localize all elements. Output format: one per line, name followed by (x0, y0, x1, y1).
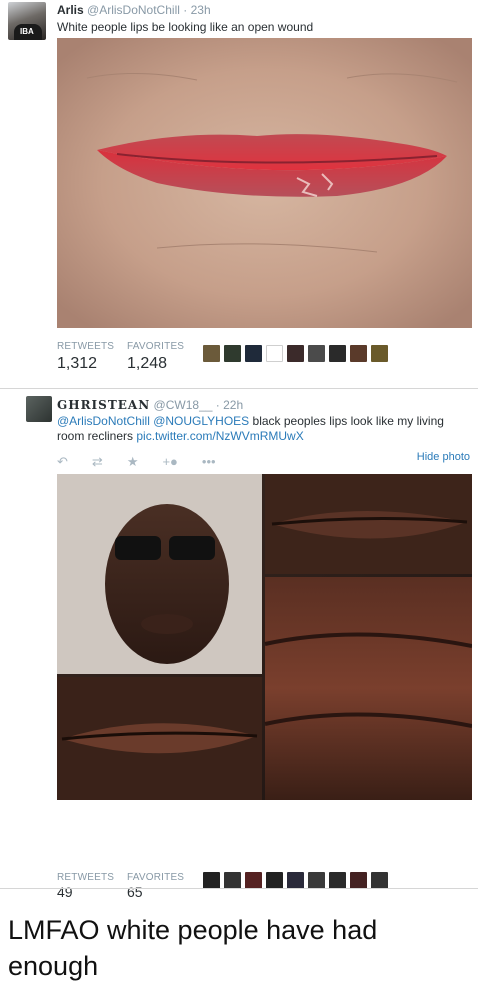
favorites-count[interactable]: 65 (127, 884, 143, 900)
favoriter-avatar[interactable] (371, 872, 388, 889)
tweet-text: White people lips be looking like an ope… (57, 20, 314, 34)
tweet-photo-link[interactable]: pic.twitter.com/NzWVmRMUwX (136, 429, 303, 443)
hide-photo-link[interactable]: Hide photo (417, 451, 470, 463)
favoriter-avatar[interactable] (203, 345, 220, 362)
retweets-count[interactable]: 49 (57, 884, 73, 900)
tweet-actions: ↶ ⇄ ★ +● ••• (57, 454, 216, 470)
retweet-icon[interactable]: ⇄ (92, 454, 103, 470)
tweet-photo-lips[interactable] (57, 38, 472, 328)
star-icon[interactable]: ★ (127, 454, 139, 470)
author-handle[interactable]: @CW18__ (154, 398, 213, 412)
favorites-count[interactable]: 1,248 (127, 355, 167, 373)
favoriter-avatar[interactable] (329, 872, 346, 889)
lips-illustration (57, 38, 472, 328)
tweet-text: @ArlisDoNotChill @NOUGLYHOES black peopl… (57, 414, 472, 444)
author-name[interactable]: Arlis (57, 3, 84, 17)
tweet-1: IBA Arlis @ArlisDoNotChill · 23h White p… (0, 0, 478, 388)
collage-illustration (57, 474, 472, 800)
timestamp-separator: · (215, 398, 220, 412)
favoriter-avatar[interactable] (203, 872, 220, 889)
favoriter-avatars (203, 872, 388, 889)
meme-caption: LMFAO white people have had enough (8, 915, 378, 981)
avatar[interactable] (26, 396, 52, 422)
favorites-label: FAVORITES (127, 341, 185, 352)
reply-icon[interactable]: ↶ (57, 454, 68, 470)
favoriter-avatars (203, 345, 388, 362)
tweet-photo-collage[interactable] (57, 474, 472, 800)
favoriter-avatar[interactable] (224, 345, 241, 362)
favorites-label: FAVORITES (127, 872, 185, 883)
favoriter-avatar[interactable] (287, 345, 304, 362)
favoriter-avatar[interactable] (350, 345, 367, 362)
timestamp[interactable]: 23h (191, 3, 211, 17)
retweets-label: RETWEETS (57, 872, 115, 883)
favoriter-avatar[interactable] (371, 345, 388, 362)
timestamp-separator: · (183, 3, 188, 17)
favoriter-avatar[interactable] (308, 345, 325, 362)
follow-icon[interactable]: +● (162, 454, 177, 470)
tweet-divider (0, 888, 478, 889)
avatar-cap-label: IBA (20, 27, 34, 36)
favoriter-avatar[interactable] (245, 345, 262, 362)
tweet-2: GHRISTEAN @CW18__ · 22h @ArlisDoNotChill… (0, 388, 478, 900)
author-name[interactable]: GHRISTEAN (57, 398, 150, 412)
retweets-count[interactable]: 1,312 (57, 355, 97, 373)
favoriter-avatar[interactable] (350, 872, 367, 889)
tweet-author: GHRISTEAN @CW18__ · 22h (57, 398, 243, 412)
favoriter-avatar[interactable] (308, 872, 325, 889)
tweet-author: Arlis @ArlisDoNotChill · 23h (57, 3, 211, 17)
favoriter-avatar[interactable] (329, 345, 346, 362)
favoriter-avatar[interactable] (287, 872, 304, 889)
timestamp[interactable]: 22h (223, 398, 243, 412)
favoriter-avatar[interactable] (245, 872, 262, 889)
favoriter-avatar[interactable] (266, 872, 283, 889)
avatar[interactable]: IBA (8, 2, 46, 40)
more-icon[interactable]: ••• (202, 454, 216, 470)
favoriter-avatar[interactable] (224, 872, 241, 889)
retweets-label: RETWEETS (57, 341, 115, 352)
author-handle[interactable]: @ArlisDoNotChill (87, 3, 180, 17)
favoriter-avatar[interactable] (266, 345, 283, 362)
tweet-mentions[interactable]: @ArlisDoNotChill @NOUGLYHOES (57, 414, 249, 428)
